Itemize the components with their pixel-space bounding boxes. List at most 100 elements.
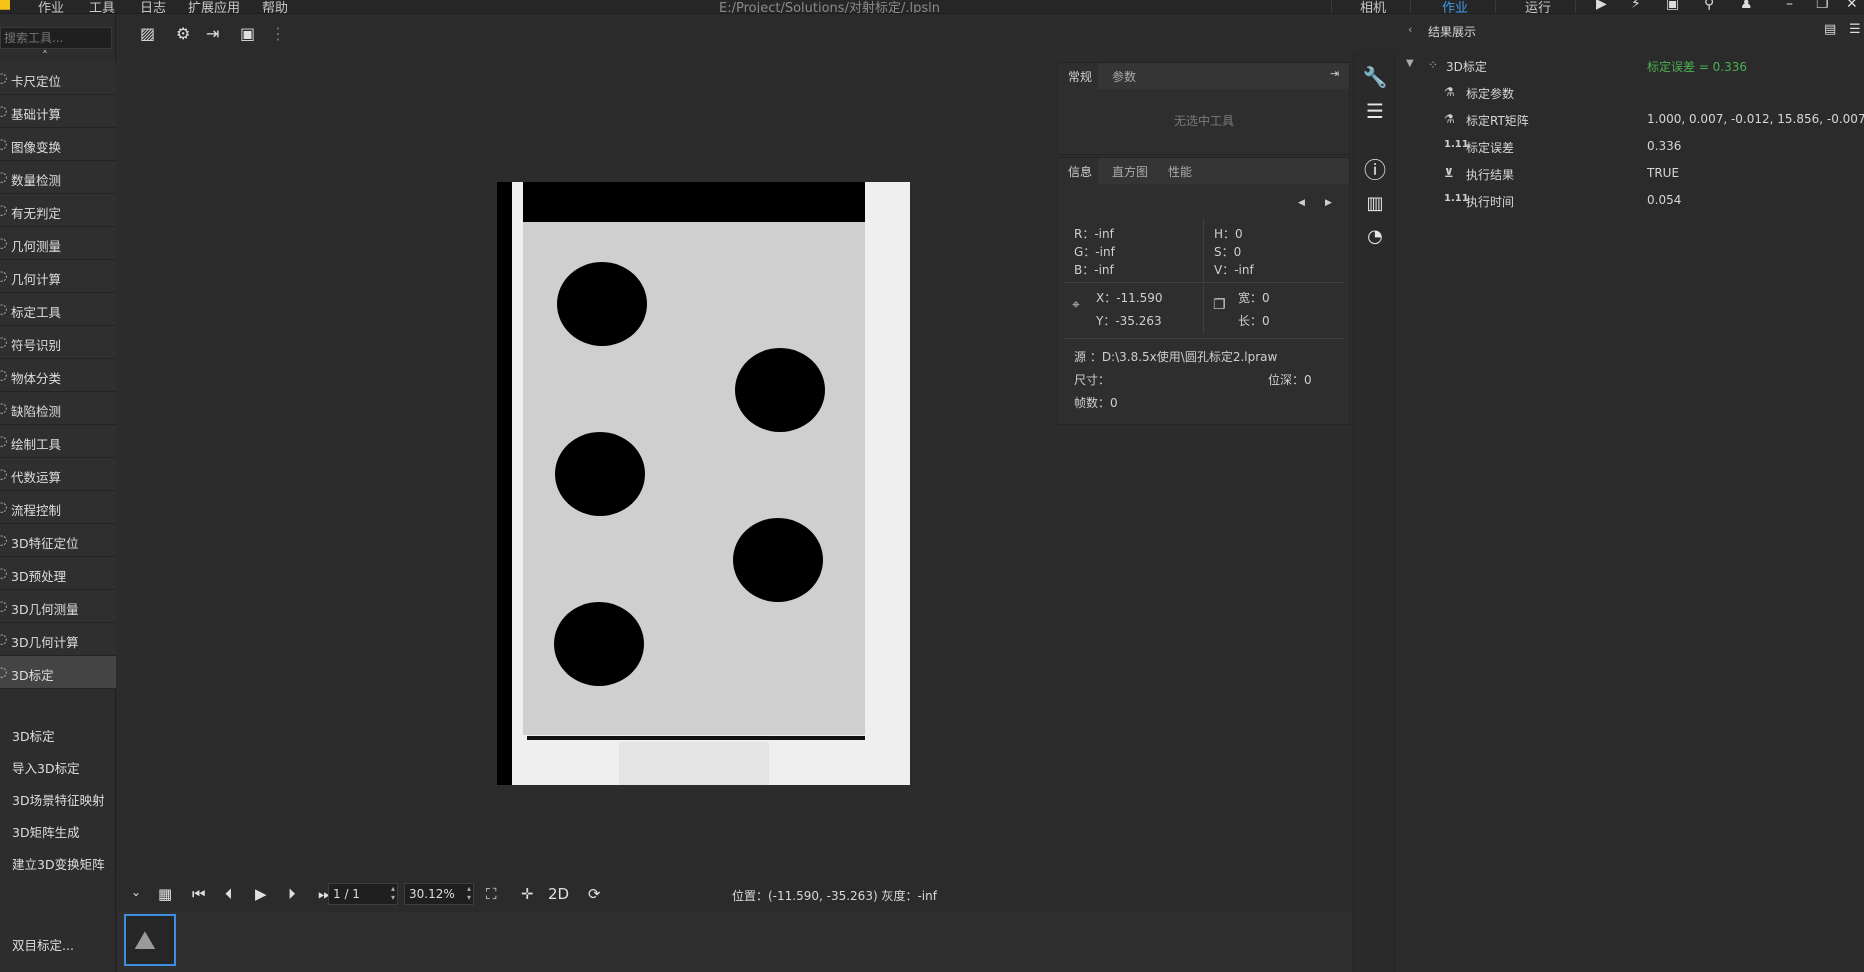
category-item[interactable]: ◌ 几何计算 [0,260,116,293]
tab-general[interactable]: 常规 [1068,68,1092,85]
flash-icon[interactable]: ⚡ [1631,0,1641,12]
tab-histogram[interactable]: 直方图 [1112,163,1148,180]
tool-item[interactable]: ⁝ 建立3D变换矩阵 [0,845,116,877]
menu-tools[interactable]: 工具 [89,0,115,13]
zoom-spinner[interactable]: 30.12% ▴ ▾ [404,883,474,905]
tool-item[interactable]: ⁝ 3D标定 [0,717,116,749]
collapse-up-icon[interactable]: ˄ [42,49,48,63]
category-item[interactable]: ◌ 3D几何测量 [0,590,116,623]
results-title: 结果展示 [1428,25,1477,39]
minimize-icon[interactable]: – [1786,0,1793,12]
category-item[interactable]: ◌ 3D几何计算 [0,623,116,656]
result-row[interactable]: 1.11 标定误差 0.336 [1396,135,1864,159]
tool-item[interactable]: ⁝ 3D场景特征映射 [0,781,116,813]
export-icon[interactable]: ⇥ [206,24,219,43]
category-label: 有无判定 [11,206,62,221]
info-icon[interactable]: ⓘ [1361,158,1389,186]
calibrate-icon: ◌ [0,302,8,317]
mode-2d-toggle[interactable]: 2D [548,885,569,903]
tool-item-label: 双目标定... [12,938,74,953]
category-item[interactable]: ◌ 图像变换 [0,128,116,161]
list-icon[interactable]: ☰ [1849,22,1861,37]
s-value: S：0 [1214,245,1242,259]
category-item[interactable]: ◌ 有无判定 [0,194,116,227]
thumbnail-image[interactable]: ⛰ [124,914,176,966]
tab-params[interactable]: 参数 [1112,68,1136,85]
expand-arrow-icon[interactable]: ▼ [1406,58,1414,69]
tab-run[interactable]: 运行 [1525,0,1551,13]
tool-search-input[interactable] [0,27,112,49]
result-row[interactable]: ⚗ 标定RT矩阵 1.000, 0.007, -0.012, 15.856, -0.… [1396,108,1864,132]
bool-icon: ⊻ [1444,166,1454,180]
depth-image[interactable] [497,182,910,785]
category-item[interactable]: ◌ 标定工具 [0,293,116,326]
category-item[interactable]: ◌ 数量检测 [0,161,116,194]
tool-item-stereo-calibrate[interactable]: · 双目标定... [0,926,116,958]
user-icon[interactable]: ♟ [1740,0,1753,12]
category-item[interactable]: ◌ 卡尺定位 [0,62,116,95]
result-row[interactable]: 1.11 执行时间 0.054 [1396,189,1864,213]
more-icon[interactable]: ⋮ [270,24,286,43]
first-frame-icon[interactable]: ⏮ [192,885,206,903]
category-item[interactable]: ◌ 几何测量 [0,227,116,260]
category-label: 3D预处理 [11,569,67,584]
image-placeholder-icon: ⛰ [134,926,156,956]
category-item[interactable]: ◌ 3D特征定位 [0,524,116,557]
next-frame-icon[interactable]: ⏵ [288,885,296,903]
image-list-icon[interactable]: ▦ [158,885,172,903]
category-item[interactable]: ◌ 代数运算 [0,458,116,491]
spinner-arrows-icon[interactable]: ▴ ▾ [391,884,395,902]
category-item[interactable]: ◌ 3D标定 [0,656,116,689]
save-icon[interactable]: ▣ [1666,0,1679,12]
pin-icon[interactable]: ⇥ [1330,67,1339,80]
zoom-value: 30.12% [409,887,455,901]
category-item[interactable]: ◌ 符号识别 [0,326,116,359]
category-item[interactable]: ◌ 物体分类 [0,359,116,392]
crosshair-icon[interactable]: ✛ [521,885,534,903]
sliders-icon[interactable]: ☰ [1361,97,1389,125]
tool-item[interactable]: ⁝ 3D矩阵生成 [0,813,116,845]
spinner-arrows-icon[interactable]: ▴ ▾ [467,884,471,902]
restore-icon[interactable]: ❐ [1816,0,1829,12]
play-frame-icon[interactable]: ▶ [255,885,267,903]
category-item[interactable]: ◌ 绘制工具 [0,425,116,458]
result-root-row[interactable]: ▼ ⁘ 3D标定 标定误差 = 0.336 [1396,54,1864,78]
next-arrow-icon[interactable]: ▶ [1325,198,1332,208]
gauge-icon[interactable]: ◔ [1361,223,1389,251]
close-icon[interactable]: ✕ [1846,0,1858,12]
prev-arrow-icon[interactable]: ◀ [1298,198,1305,208]
category-label: 基础计算 [11,107,62,122]
result-row[interactable]: ⚗ 标定参数 [1396,81,1864,105]
tab-info[interactable]: 信息 [1068,163,1092,180]
wrench-icon[interactable]: 🔧 [1361,63,1389,91]
search-icon[interactable]: ⚲ [1704,0,1714,12]
menu-extensions[interactable]: 扩展应用 [188,0,240,13]
refresh-icon[interactable]: ⟳ [588,885,601,903]
category-item[interactable]: ◌ 3D预处理 [0,557,116,590]
bar-chart-icon[interactable]: ▥ [1361,190,1389,218]
result-label: 标定RT矩阵 [1466,114,1529,128]
result-row[interactable]: ⊻ 执行结果 TRUE [1396,162,1864,186]
tool-item[interactable]: ⁝ 导入3D标定 [0,749,116,781]
frame-spinner[interactable]: 1 / 1 ▴ ▾ [328,883,398,905]
menu-job[interactable]: 作业 [38,0,64,13]
folder-add-icon[interactable]: ▤ [1824,22,1836,37]
category-item[interactable]: ◌ 基础计算 [0,95,116,128]
save-image-icon[interactable]: ▣ [240,24,255,43]
tab-job[interactable]: 作业 [1442,0,1468,13]
fit-screen-icon[interactable]: ⛶ [486,885,497,903]
category-label: 3D几何计算 [11,635,79,650]
category-item[interactable]: ◌ 缺陷检测 [0,392,116,425]
tab-camera[interactable]: 相机 [1360,0,1386,13]
menu-help[interactable]: 帮助 [262,0,288,13]
menu-log[interactable]: 日志 [140,0,166,13]
category-item[interactable]: ◌ 流程控制 [0,491,116,524]
collapse-left-icon[interactable]: ‹ [1408,23,1412,36]
open-image-icon[interactable]: ▨ [140,24,155,43]
play-icon[interactable]: ▶ [1596,0,1607,12]
tab-performance[interactable]: 性能 [1168,163,1192,180]
settings-gear-icon[interactable]: ⚙ [176,24,190,43]
prev-frame-icon[interactable]: ⏴ [225,885,233,903]
collapse-down-icon[interactable]: ⌄ [131,885,141,899]
flask-icon: ⚗ [1444,112,1455,126]
